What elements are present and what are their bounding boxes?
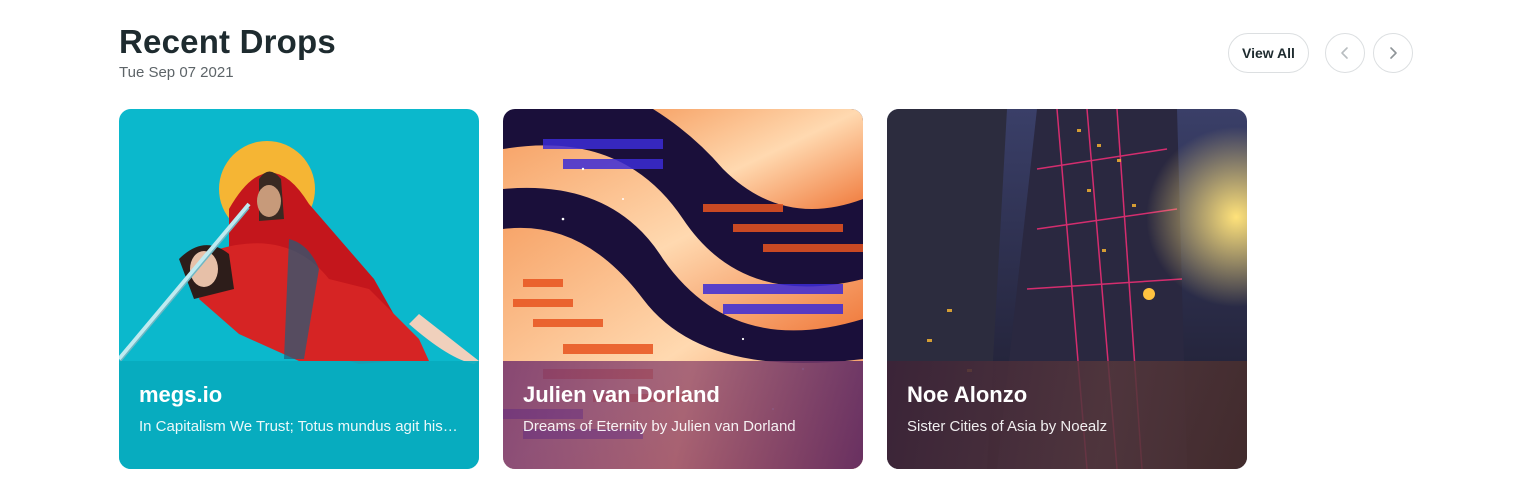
drop-card-julien-van-dorland[interactable]: Julien van Dorland Dreams of Eternity by… <box>503 109 863 469</box>
card-info-panel: megs.io In Capitalism We Trust; Totus mu… <box>119 361 479 469</box>
drops-carousel: megs.io In Capitalism We Trust; Totus mu… <box>119 109 1271 469</box>
chevron-left-icon <box>1341 47 1348 59</box>
page-title: Recent Drops <box>119 23 336 60</box>
card-title: Julien van Dorland <box>523 382 720 407</box>
card-info-panel: Noe Alonzo Sister Cities of Asia by Noea… <box>887 361 1247 469</box>
chevron-right-icon <box>1390 47 1397 59</box>
date-subtitle: Tue Sep 07 2021 <box>119 64 234 81</box>
card-description: Dreams of Eternity by Julien van Dorland <box>523 418 796 435</box>
previous-button[interactable] <box>1324 33 1365 73</box>
card-title: megs.io <box>139 382 223 407</box>
next-button[interactable] <box>1372 33 1413 73</box>
view-all-button[interactable]: View All <box>1228 33 1309 73</box>
card-info-panel: Julien van Dorland Dreams of Eternity by… <box>503 361 863 469</box>
carousel-controls: View All <box>1228 33 1413 73</box>
card-description: In Capitalism We Trust; Totus mundus agi… <box>139 418 459 435</box>
drop-card-noe-alonzo[interactable]: Noe Alonzo Sister Cities of Asia by Noea… <box>887 109 1247 469</box>
section-header: Recent Drops Tue Sep 07 2021 <box>119 22 336 82</box>
card-description: Sister Cities of Asia by Noealz <box>907 418 1108 435</box>
drop-card-megs-io[interactable]: megs.io In Capitalism We Trust; Totus mu… <box>119 109 479 469</box>
card-title: Noe Alonzo <box>907 382 1028 407</box>
